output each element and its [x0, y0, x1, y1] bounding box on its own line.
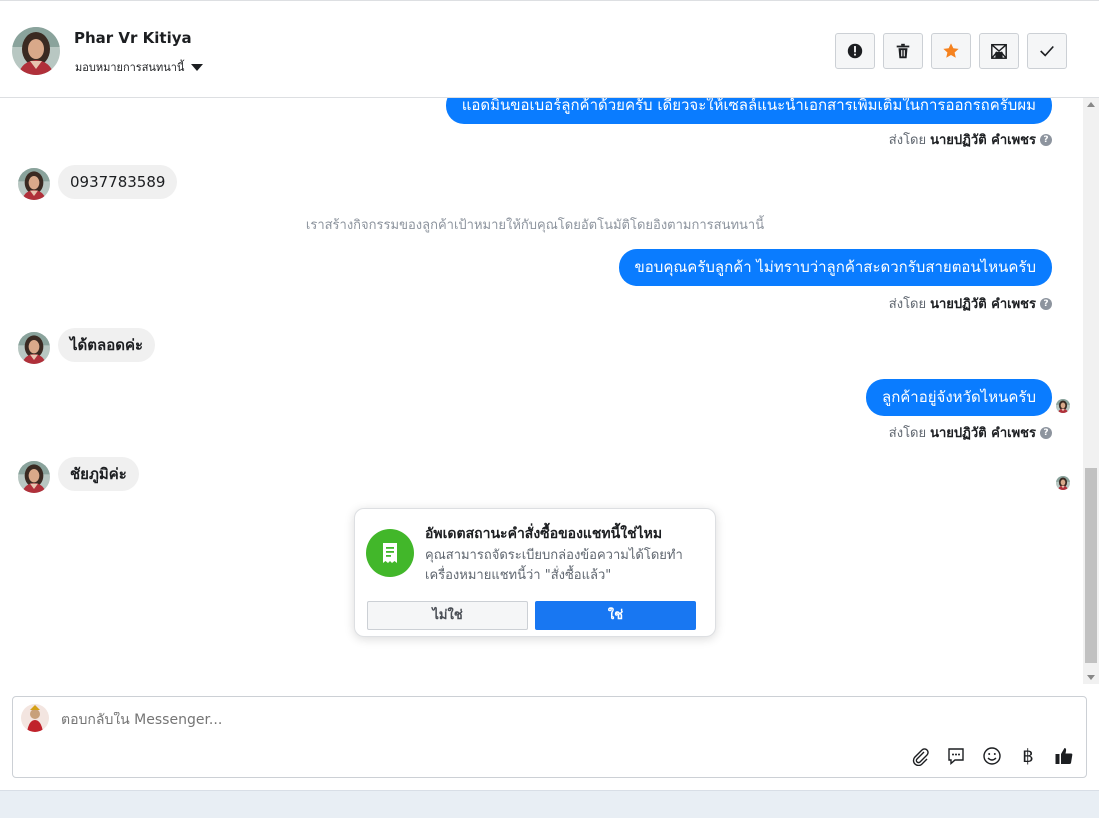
trash-icon [896, 43, 910, 59]
message-bubble-incoming[interactable]: ได้ตลอดค่ะ [58, 328, 156, 362]
seen-avatar [1056, 399, 1070, 413]
thread-scrollbar[interactable] [1083, 98, 1099, 684]
check-icon [1040, 45, 1054, 57]
envelope-icon [991, 43, 1007, 59]
system-note: เราสร้างกิจกรรมของลูกค้าเป้าหมายให้กับคุ… [305, 218, 765, 233]
help-icon[interactable]: ? [1040, 426, 1052, 439]
sent-by-label: ส่งโดย นายปฏิวัติ คำเพชร ? [889, 422, 1052, 443]
message-thread[interactable]: แอดมินขอเบอร์ลูกค้าด้วยครับ เดี๋ยวจะให้เ… [0, 98, 1083, 684]
saved-reply-button[interactable] [945, 745, 967, 767]
sent-by-prefix: ส่งโดย [888, 297, 927, 312]
sent-by-name: นายปฏิวัติ คำเพชร [930, 426, 1036, 441]
bottom-strip [0, 790, 1099, 818]
receipt-icon [366, 529, 414, 577]
sent-by-name: นายปฏิวัติ คำเพชร [930, 133, 1036, 148]
sender-avatar[interactable] [18, 332, 50, 364]
message-bubble-incoming[interactable]: ชัยภูมิค่ะ [58, 457, 139, 491]
message-bubble-incoming[interactable]: 0937783589 [58, 165, 178, 199]
contact-avatar[interactable] [12, 27, 60, 75]
like-button[interactable] [1053, 745, 1075, 767]
emoji-icon [983, 747, 1001, 765]
saved-reply-icon [948, 748, 964, 766]
help-icon[interactable]: ? [1040, 297, 1052, 310]
sender-avatar[interactable] [18, 168, 50, 200]
attach-button[interactable] [909, 745, 931, 767]
payment-button[interactable]: ฿ [1017, 745, 1039, 767]
star-button[interactable] [931, 33, 971, 69]
scrollbar-thumb[interactable] [1085, 468, 1097, 663]
scroll-down-arrow[interactable] [1087, 675, 1095, 680]
sender-avatar[interactable] [18, 461, 50, 493]
prompt-title: อัพเดตสถานะคำสั่งซื้อของแชทนี้ใช่ไหม [425, 526, 663, 542]
scroll-up-arrow[interactable] [1087, 102, 1095, 107]
conversation-header: Phar Vr Kitiya มอบหมายการสนทนานี้ [0, 0, 1099, 98]
order-status-prompt: อัพเดตสถานะคำสั่งซื้อของแชทนี้ใช่ไหม คุณ… [354, 508, 716, 637]
done-button[interactable] [1027, 33, 1067, 69]
mark-unread-button[interactable] [979, 33, 1019, 69]
seen-avatar [1056, 476, 1070, 490]
baht-icon: ฿ [1022, 745, 1034, 767]
message-bubble-outgoing[interactable]: ขอบคุณครับลูกค้า ไม่ทราบว่าลูกค้าสะดวกรั… [618, 249, 1052, 286]
contact-name[interactable]: Phar Vr Kitiya [74, 29, 192, 47]
alert-icon [847, 43, 863, 59]
sent-by-prefix: ส่งโดย [888, 133, 927, 148]
prompt-description: คุณสามารถจัดระเบียบกล่องข้อความได้โดยทำเ… [425, 548, 683, 583]
spam-button[interactable] [835, 33, 875, 69]
page-avatar [21, 704, 49, 732]
delete-button[interactable] [883, 33, 923, 69]
sent-by-name: นายปฏิวัติ คำเพชร [930, 297, 1036, 312]
emoji-button[interactable] [981, 745, 1003, 767]
sent-by-label: ส่งโดย นายปฏิวัติ คำเพชร ? [889, 129, 1052, 150]
reply-composer: ฿ [12, 696, 1087, 778]
message-bubble-outgoing[interactable]: แอดมินขอเบอร์ลูกค้าด้วยครับ เดี๋ยวจะให้เ… [445, 98, 1052, 124]
caret-down-icon [191, 63, 204, 71]
help-icon[interactable]: ? [1040, 133, 1052, 146]
no-button[interactable]: ไม่ใช่ [367, 601, 528, 630]
star-icon [943, 43, 959, 58]
message-bubble-outgoing[interactable]: ลูกค้าอยู่จังหวัดไหนครับ [866, 379, 1052, 416]
assign-label: มอบหมายการสนทนานี้ [75, 61, 185, 74]
sent-by-label: ส่งโดย นายปฏิวัติ คำเพชร ? [889, 293, 1052, 314]
attach-icon [912, 748, 929, 766]
yes-button[interactable]: ใช่ [535, 601, 696, 630]
sent-by-prefix: ส่งโดย [888, 426, 927, 441]
assign-conversation-dropdown[interactable]: มอบหมายการสนทนานี้ [75, 58, 204, 76]
reply-input[interactable] [61, 712, 961, 728]
like-icon [1055, 748, 1073, 764]
